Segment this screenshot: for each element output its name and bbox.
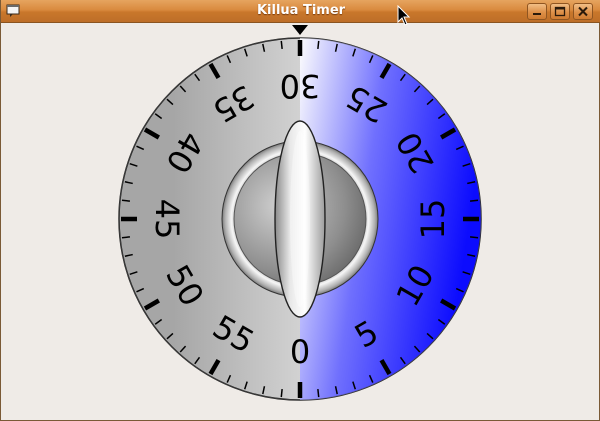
minor-tick: [317, 388, 320, 398]
window-title: Killua Timer: [256, 3, 346, 18]
minor-tick: [469, 236, 479, 239]
minor-tick: [469, 199, 479, 202]
dial-label-45: 45: [148, 199, 186, 240]
timer-dial[interactable]: 0 510152025303540455055: [1, 23, 599, 420]
pointer-triangle-icon: [292, 25, 308, 35]
dial-label-30: 30: [280, 67, 321, 105]
minimize-icon: [533, 13, 541, 15]
maximize-icon: [554, 6, 566, 17]
close-button[interactable]: [573, 3, 593, 20]
minimize-button[interactable]: [527, 3, 547, 20]
minor-tick: [121, 236, 131, 239]
app-window: Killua Timer 0 5 10 15 20 25 30 35 40 45…: [0, 0, 600, 421]
minor-tick: [280, 388, 283, 398]
minor-tick: [280, 40, 283, 50]
title-bar[interactable]: Killua Timer: [1, 0, 600, 23]
maximize-button[interactable]: [550, 3, 570, 20]
dial-label-0: 0: [290, 333, 310, 371]
dial-label-15: 15: [414, 199, 452, 240]
minor-tick: [121, 199, 131, 202]
minor-tick: [317, 40, 320, 50]
close-icon: [578, 6, 588, 17]
